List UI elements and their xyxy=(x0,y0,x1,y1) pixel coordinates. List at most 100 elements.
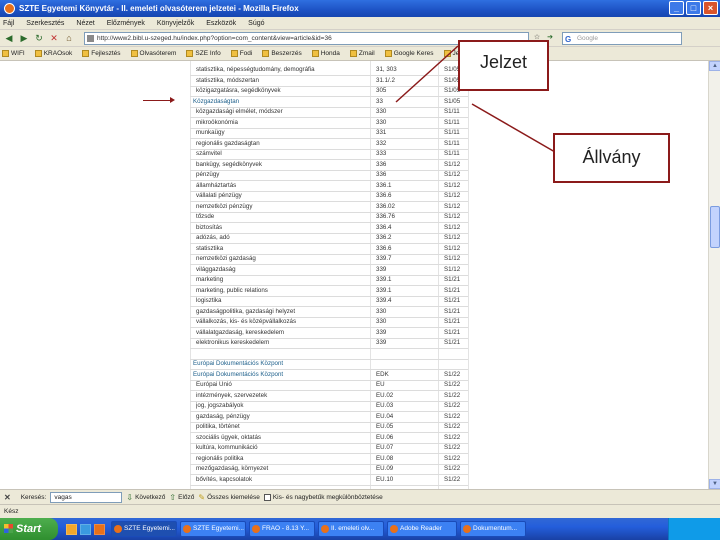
jelzet-cell: EDK xyxy=(376,370,389,378)
subject-cell: marketing, public relations xyxy=(196,286,268,294)
folder-icon xyxy=(384,50,392,57)
bookmark-item[interactable]: Fejlesztés xyxy=(82,50,121,57)
table-row: jog, jogszabályok EU.03 S1/22 xyxy=(190,401,468,412)
menu-help[interactable]: Súgó xyxy=(248,20,264,27)
subject-cell: Európai Unió xyxy=(196,381,232,388)
vertical-scrollbar[interactable]: ▲ ▼ xyxy=(708,61,720,489)
stop-icon[interactable]: ✕ xyxy=(48,32,60,44)
close-button[interactable]: × xyxy=(703,1,718,15)
jelzet-cell: 336.76 xyxy=(376,213,395,220)
table-row: elektronikus kereskedelem 339 S1/21 xyxy=(190,338,468,349)
bookmark-item[interactable]: Google Keres xyxy=(384,50,434,57)
highlight-all-button[interactable]: ✎ Összes kiemelése xyxy=(198,493,259,502)
jelzet-cell: EU.05 xyxy=(376,423,394,430)
menu-history[interactable]: Előzmények xyxy=(107,20,145,27)
allvany-cell: S1/05 xyxy=(444,97,461,105)
jelzet-cell: EU.07 xyxy=(376,444,394,451)
quicklaunch-app-icon[interactable] xyxy=(66,523,77,535)
subject-cell: bankügy, segédkönyvek xyxy=(196,160,262,168)
menu-tools[interactable]: Eszközök xyxy=(206,20,236,27)
subject-cell: mikroökonómia xyxy=(196,118,238,126)
menu-bookmarks[interactable]: Könyvjelzők xyxy=(157,20,194,27)
maximize-button[interactable]: □ xyxy=(686,1,701,15)
search-input[interactable]: G Google xyxy=(562,31,682,45)
start-button[interactable]: Start xyxy=(0,518,58,540)
forward-icon[interactable]: ▶ xyxy=(18,32,30,44)
taskbar-item[interactable]: SZTE Egyetemi... xyxy=(180,521,246,537)
jelzet-cell: 336.4 xyxy=(376,223,392,231)
allvany-cell: S1/12 xyxy=(444,160,461,168)
allvany-cell: S1/22 xyxy=(444,465,461,472)
scroll-down-icon[interactable]: ▼ xyxy=(709,479,720,489)
find-input[interactable]: vagas xyxy=(50,491,123,503)
minimize-button[interactable]: _ xyxy=(669,1,684,15)
subject-cell: statisztika xyxy=(196,244,224,252)
folder-icon xyxy=(349,50,357,57)
allvany-cell: S1/12 xyxy=(444,213,461,220)
scroll-up-icon[interactable]: ▲ xyxy=(709,61,720,71)
table-row: tőzsde 336.76 S1/12 xyxy=(190,212,468,223)
taskbar: Start SZTE Egyetemi... SZTE Egyetemi... … xyxy=(0,518,720,540)
taskbar-item[interactable]: Adobe Reader xyxy=(387,521,457,537)
bookmark-item[interactable]: Olvasóterem xyxy=(130,50,176,57)
quicklaunch-app-icon[interactable] xyxy=(80,523,91,535)
subject-cell: logisztika xyxy=(196,297,222,304)
menu-file[interactable]: Fájl xyxy=(3,20,14,27)
bookmark-item[interactable]: Zmail xyxy=(349,50,375,57)
find-close-icon[interactable]: ✕ xyxy=(4,493,11,502)
jelzet-cell: 339.1 xyxy=(376,286,392,294)
reload-icon[interactable]: ↻ xyxy=(33,32,45,44)
allvany-cell: S1/21 xyxy=(444,286,461,294)
taskbar-item[interactable]: II. emeleti olv... xyxy=(318,521,384,537)
jelzet-cell: EU.03 xyxy=(376,402,394,409)
back-icon[interactable]: ◀ xyxy=(3,32,15,44)
jelzet-cell: 31, 303 xyxy=(376,66,397,73)
highlight-icon: ✎ xyxy=(198,492,206,502)
taskbar-item[interactable]: SZTE Egyetemi... xyxy=(111,521,177,537)
bookmark-item[interactable]: KRAOsok xyxy=(34,50,72,57)
find-prev-button[interactable]: ⇧ Előző xyxy=(169,493,194,502)
match-case-checkbox[interactable]: Kis- és nagybetűk megkülönböztetése xyxy=(263,493,383,501)
folder-icon xyxy=(130,50,138,57)
folder-icon xyxy=(82,50,90,57)
bookmark-item[interactable]: SZE Info xyxy=(186,50,221,57)
table-row: bankügy, segédkönyvek 336 S1/12 xyxy=(190,160,468,171)
allvany-cell: S1/22 xyxy=(444,454,461,462)
subject-cell: gazdaságpolitika, gazdasági helyzet xyxy=(196,307,296,315)
bookmark-item[interactable]: Beszerzés xyxy=(262,50,302,57)
table-row: Európai Unió EU S1/22 xyxy=(190,380,468,391)
jelzet-cell: 339.7 xyxy=(376,255,392,262)
find-label: Keresés: xyxy=(20,493,47,501)
bookmark-item[interactable]: WIFI xyxy=(2,50,25,57)
table-row: pénzügy 336 S1/12 xyxy=(190,170,468,181)
arrow-up-icon: ⇧ xyxy=(169,492,177,502)
firefox-icon xyxy=(4,3,15,14)
search-placeholder: Google xyxy=(577,34,598,42)
menu-edit[interactable]: Szerkesztés xyxy=(26,20,64,27)
checkbox-icon xyxy=(263,493,271,501)
find-next-button[interactable]: ⇩ Következő xyxy=(126,493,165,502)
jelzet-cell: EU.04 xyxy=(376,412,394,420)
bookmark-item[interactable]: Honda xyxy=(311,50,340,57)
taskbar-item[interactable]: Dokumentum... xyxy=(460,521,526,537)
menu-view[interactable]: Nézet xyxy=(76,20,94,27)
allvany-cell: S1/11 xyxy=(444,139,460,147)
subject-cell: közigazgatásra, segédkönyvek xyxy=(196,87,281,94)
table-row: szociális ügyek, oktatás EU.06 S1/22 xyxy=(190,433,468,444)
subject-cell: Európai Dokumentációs Központ xyxy=(193,370,284,378)
menu-bar: Fájl Szerkesztés Nézet Előzmények Könyvj… xyxy=(0,17,720,30)
scroll-thumb[interactable] xyxy=(710,206,720,248)
taskbar-item[interactable]: FRAO - 8.13 Y... xyxy=(249,521,315,537)
jelzet-cell: 336.6 xyxy=(376,244,392,252)
quicklaunch-app-icon[interactable] xyxy=(94,523,105,535)
jelzet-cell: 330 xyxy=(376,108,387,115)
subject-cell: marketing xyxy=(196,276,224,283)
jelzet-cell: EU.10 xyxy=(376,475,394,483)
table-row: marketing, public relations 339.1 S1/21 xyxy=(190,286,468,297)
table-row: biztosítás 336.4 S1/12 xyxy=(190,223,468,234)
allvany-cell: S1/12 xyxy=(444,192,461,199)
table-row: mezőgazdaság, környezet EU.09 S1/22 xyxy=(190,464,468,475)
home-icon[interactable]: ⌂ xyxy=(63,32,75,44)
bookmark-item[interactable]: Fodi xyxy=(230,50,252,57)
jelzet-cell: 33 xyxy=(376,97,383,105)
